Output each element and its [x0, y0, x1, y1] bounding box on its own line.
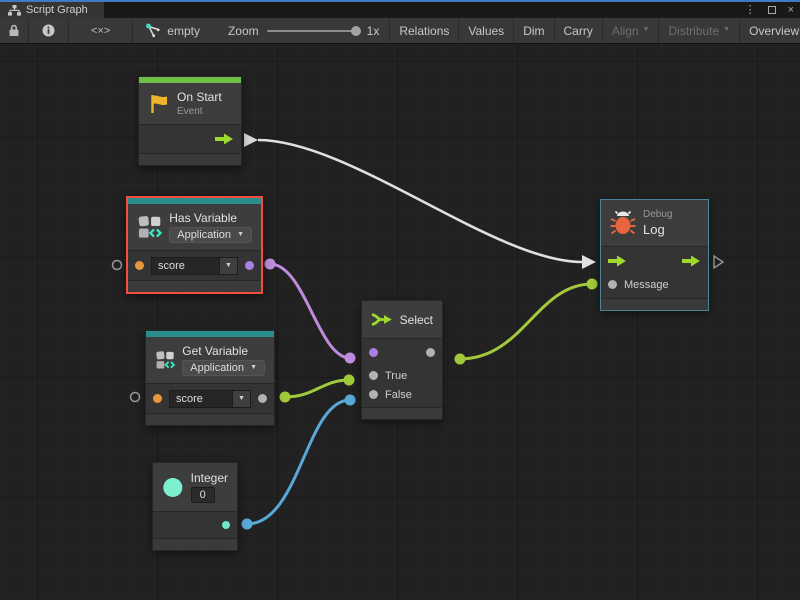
code-x-icon: <×> — [91, 25, 110, 37]
node-on-start[interactable]: On Start Event — [138, 76, 242, 166]
node-has-variable[interactable]: Has Variable Application ▼ score ▼ — [126, 196, 263, 294]
info-icon — [42, 24, 55, 37]
message-input-port[interactable] — [608, 280, 617, 289]
tab-script-graph[interactable]: Script Graph — [0, 2, 104, 18]
integer-value-field[interactable]: 0 — [191, 487, 215, 503]
graph-status: empty — [133, 18, 212, 43]
zoom-slider-handle[interactable] — [351, 26, 361, 36]
graph-hierarchy-icon — [8, 5, 21, 16]
dropdown-caret-icon: ▼ — [250, 364, 257, 371]
selection-output-port[interactable] — [426, 348, 435, 357]
tab-label: Script Graph — [26, 4, 88, 16]
false-input-port[interactable] — [369, 390, 378, 399]
flow-output-port[interactable] — [215, 133, 234, 145]
dim-button[interactable]: Dim — [514, 18, 554, 43]
graph-pointer-icon — [145, 23, 161, 38]
condition-input-port[interactable] — [369, 348, 378, 357]
wire-hasvariable-to-select[interactable] — [270, 264, 350, 358]
field-dropdown-button[interactable]: ▼ — [220, 257, 238, 275]
graph-status-label: empty — [167, 24, 200, 38]
zoom-label: Zoom — [228, 24, 259, 38]
node-debug-log[interactable]: Debug Log Message — [600, 199, 709, 311]
carry-button[interactable]: Carry — [555, 18, 603, 43]
node-get-variable[interactable]: Get Variable Application ▼ score ▼ — [145, 330, 275, 426]
node-footer — [128, 281, 261, 292]
integer-literal-icon — [162, 475, 184, 500]
node-select[interactable]: Select True False — [361, 300, 443, 420]
dropdown-caret-icon: ▼ — [237, 231, 244, 238]
relations-button[interactable]: Relations — [390, 18, 459, 43]
unconnected-flow-triangle[interactable] — [714, 256, 723, 268]
tab-bar: Script Graph ⋮ × — [0, 2, 800, 18]
window-menu-icon[interactable]: ⋮ — [745, 2, 756, 18]
unconnected-input-circle[interactable] — [113, 261, 122, 270]
port-label: Message — [624, 279, 669, 291]
wire-select-to-debuglog-message[interactable] — [460, 284, 592, 359]
flow-arrowhead — [582, 255, 596, 269]
lock-icon — [8, 24, 20, 37]
node-title: Get Variable — [182, 344, 265, 358]
true-input-port[interactable] — [369, 371, 378, 380]
bug-icon — [610, 210, 636, 236]
node-title: Has Variable — [169, 211, 252, 225]
dropdown-caret-icon: ▼ — [723, 26, 730, 33]
distribute-button[interactable]: Distribute▼ — [659, 18, 740, 43]
result-output-port[interactable] — [245, 261, 254, 270]
variables-icon — [155, 347, 175, 373]
maximize-icon[interactable] — [768, 6, 776, 14]
node-footer — [139, 154, 241, 165]
script-graph-window: Script Graph ⋮ × <×> — [0, 0, 800, 600]
graph-canvas[interactable]: On Start Event — [0, 44, 800, 600]
variable-scope-dropdown[interactable]: Application ▼ — [169, 227, 252, 243]
flag-icon — [148, 93, 170, 115]
node-footer — [601, 299, 708, 310]
node-footer — [362, 408, 442, 419]
node-title: On Start — [177, 90, 222, 104]
window-controls: ⋮ × — [745, 2, 794, 18]
variable-name-field[interactable]: score ▼ — [169, 390, 251, 408]
wire-onstart-to-debuglog[interactable] — [258, 140, 582, 262]
variable-name-input-port[interactable] — [153, 394, 162, 403]
node-subtitle: Event — [177, 106, 222, 117]
variable-name-field[interactable]: score ▼ — [151, 257, 238, 275]
integer-output-port[interactable] — [222, 521, 230, 529]
info-button[interactable] — [29, 18, 69, 43]
values-button[interactable]: Values — [459, 18, 514, 43]
close-icon[interactable]: × — [788, 2, 794, 18]
node-title: Log — [643, 222, 672, 237]
unconnected-input-circle[interactable] — [131, 393, 140, 402]
align-button[interactable]: Align▼ — [603, 18, 660, 43]
port-label: True — [385, 370, 407, 382]
lock-button[interactable] — [0, 18, 29, 43]
node-footer — [146, 414, 274, 425]
node-title: Integer — [191, 471, 228, 485]
field-dropdown-button[interactable]: ▼ — [233, 390, 251, 408]
flow-output-arrow[interactable] — [244, 133, 258, 147]
port-label: False — [385, 389, 412, 401]
node-footer — [153, 539, 237, 550]
variable-scope-dropdown[interactable]: Application ▼ — [182, 360, 265, 376]
graph-toolbar: <×> empty Zoom 1x Relations Values Dim C… — [0, 18, 800, 44]
select-merge-icon — [371, 311, 393, 328]
node-integer[interactable]: Integer 0 — [152, 462, 238, 551]
preserve-connection-button[interactable]: <×> — [69, 18, 133, 43]
dropdown-caret-icon: ▼ — [643, 26, 650, 33]
toolbar-buttons: Relations Values Dim Carry Align▼ Distri… — [390, 18, 800, 43]
wire-getvariable-to-select-true[interactable] — [285, 380, 349, 397]
zoom-value: 1x — [367, 24, 380, 38]
overview-button[interactable]: Overview — [740, 18, 800, 43]
variable-name-input-port[interactable] — [135, 261, 144, 270]
node-title: Select — [400, 313, 433, 327]
variables-icon — [137, 214, 162, 240]
flow-input-port[interactable] — [608, 255, 627, 267]
value-output-port[interactable] — [258, 394, 267, 403]
flow-output-port[interactable] — [682, 255, 701, 267]
zoom-control: Zoom 1x — [212, 18, 390, 43]
node-namespace: Debug — [643, 209, 672, 220]
zoom-slider[interactable] — [267, 30, 359, 32]
